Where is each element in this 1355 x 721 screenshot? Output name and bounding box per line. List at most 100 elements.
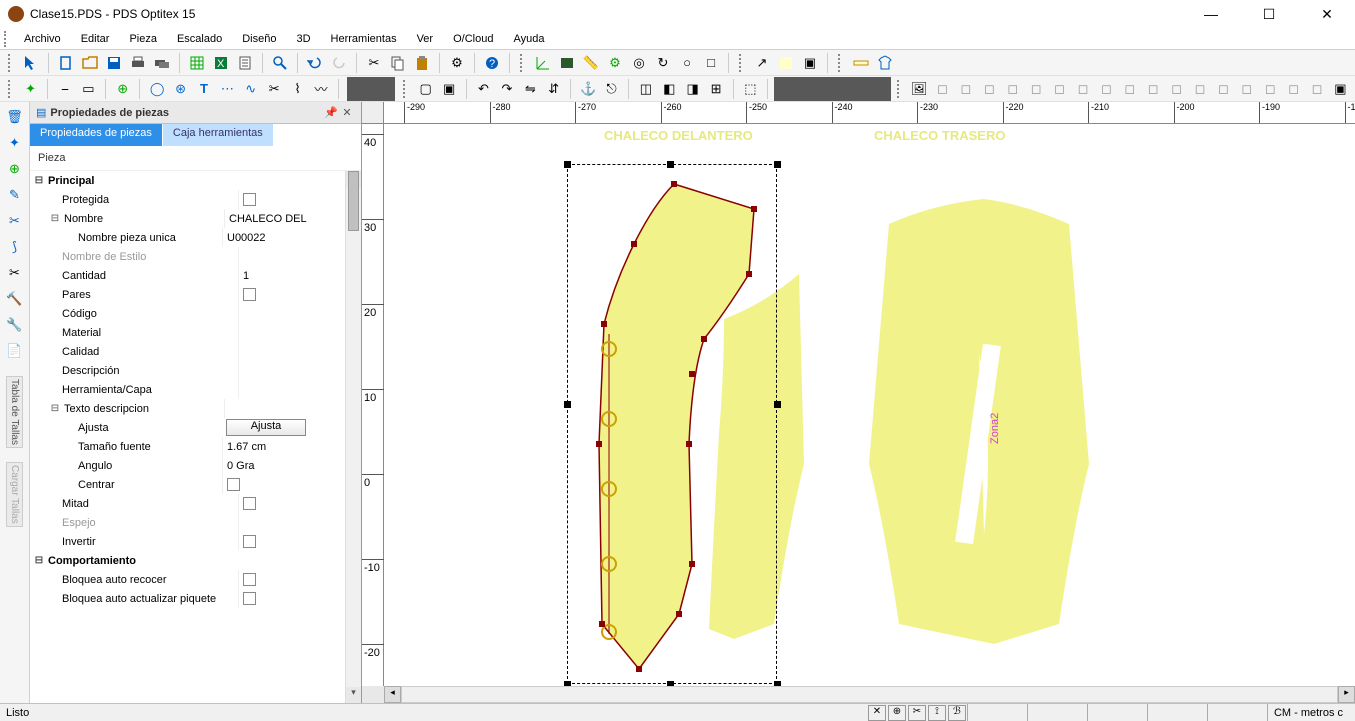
- rotate-icon[interactable]: ↻: [652, 52, 674, 74]
- anchor-icon[interactable]: ⚓: [577, 78, 598, 100]
- new-icon[interactable]: [55, 52, 77, 74]
- g13-icon[interactable]: ◻: [1213, 78, 1234, 100]
- puzzle2-icon[interactable]: ◧: [659, 78, 680, 100]
- checkbox-bloq-piquete[interactable]: [243, 592, 256, 605]
- g9-icon[interactable]: ◻: [1119, 78, 1140, 100]
- value-cantidad[interactable]: 1: [238, 266, 361, 285]
- g5-icon[interactable]: ◻: [1025, 78, 1046, 100]
- excel-icon[interactable]: X: [210, 52, 232, 74]
- drawing-canvas[interactable]: CHALECO DELANTERO CHALECO TRASERO Zona2: [384, 124, 1355, 686]
- redo-icon[interactable]: [328, 52, 350, 74]
- selection-handle[interactable]: [774, 161, 781, 168]
- menu-escalado[interactable]: Escalado: [167, 31, 232, 47]
- g7-icon[interactable]: ◻: [1072, 78, 1093, 100]
- shirt-icon[interactable]: [874, 52, 896, 74]
- value-herr-capa[interactable]: [238, 380, 361, 399]
- menu-ayuda[interactable]: Ayuda: [503, 31, 554, 47]
- wrench-icon[interactable]: 🔧: [4, 314, 26, 336]
- canvas-hscroll[interactable]: ◂▸: [362, 686, 1355, 703]
- wave-icon[interactable]: ∿: [240, 78, 261, 100]
- status-icon-4[interactable]: ⟟: [928, 705, 946, 721]
- pen-icon[interactable]: ✎: [4, 184, 26, 206]
- menu-editar[interactable]: Editar: [71, 31, 120, 47]
- puzzle4-icon[interactable]: ⊞: [705, 78, 726, 100]
- g14-icon[interactable]: ◻: [1236, 78, 1257, 100]
- angle-icon[interactable]: [532, 52, 554, 74]
- menu-3d[interactable]: 3D: [286, 31, 320, 47]
- g16-icon[interactable]: ◻: [1283, 78, 1304, 100]
- target-icon[interactable]: ◎: [628, 52, 650, 74]
- node-blue-icon[interactable]: ✦: [4, 132, 26, 154]
- circle-icon[interactable]: ○: [676, 52, 698, 74]
- minimize-button[interactable]: —: [1191, 6, 1231, 23]
- grid-icon[interactable]: [186, 52, 208, 74]
- value-descripcion[interactable]: [238, 361, 361, 380]
- menu-ver[interactable]: Ver: [407, 31, 444, 47]
- flip-h-icon[interactable]: ⇋: [520, 78, 541, 100]
- copy-icon[interactable]: [387, 52, 409, 74]
- print-icon[interactable]: [127, 52, 149, 74]
- collapse-icon[interactable]: ⊟: [32, 175, 46, 186]
- checkbox-invertir[interactable]: [243, 535, 256, 548]
- help-icon[interactable]: ?: [481, 52, 503, 74]
- collapse-icon[interactable]: ⊟: [32, 555, 46, 566]
- selection-handle[interactable]: [564, 161, 571, 168]
- rot-ccw-icon[interactable]: ↶: [473, 78, 494, 100]
- pointer-icon[interactable]: [20, 52, 42, 74]
- line-icon[interactable]: ⎯: [54, 78, 75, 100]
- g1-icon[interactable]: ◻: [932, 78, 953, 100]
- menu-herramientas[interactable]: Herramientas: [321, 31, 407, 47]
- menu-archivo[interactable]: Archivo: [14, 31, 71, 47]
- status-icon-5[interactable]: ℬ: [948, 705, 966, 721]
- status-icon-2[interactable]: ⊕: [888, 705, 906, 721]
- checkbox-mitad[interactable]: [243, 497, 256, 510]
- zoom-icon[interactable]: [269, 52, 291, 74]
- piece2-icon[interactable]: ▣: [799, 52, 821, 74]
- pin-icon[interactable]: 📌: [323, 106, 339, 119]
- doc-icon[interactable]: 📄: [4, 340, 26, 362]
- scissor2-icon[interactable]: ✂: [263, 78, 284, 100]
- scissor-blue-icon[interactable]: ✂: [4, 210, 26, 232]
- value-codigo[interactable]: [238, 304, 361, 323]
- g17-icon[interactable]: ◻: [1306, 78, 1327, 100]
- menu-pieza[interactable]: Pieza: [119, 31, 167, 47]
- status-icon-1[interactable]: ✕: [868, 705, 886, 721]
- g15-icon[interactable]: ◻: [1260, 78, 1281, 100]
- piece-icon[interactable]: [775, 52, 797, 74]
- cut-icon[interactable]: ✂: [363, 52, 385, 74]
- puzzle3-icon[interactable]: ◨: [682, 78, 703, 100]
- ajusta-button[interactable]: Ajusta: [226, 419, 306, 436]
- rect-in-icon[interactable]: ▣: [438, 78, 459, 100]
- paste-icon[interactable]: [411, 52, 433, 74]
- flip-v-icon[interactable]: ⇵: [543, 78, 564, 100]
- maximize-button[interactable]: ☐: [1249, 6, 1289, 23]
- checkbox-protegida[interactable]: [243, 193, 256, 206]
- square-icon[interactable]: □: [700, 52, 722, 74]
- g8-icon[interactable]: ◻: [1096, 78, 1117, 100]
- g18-icon[interactable]: ▣: [1330, 78, 1351, 100]
- rect-out-icon[interactable]: ▢: [415, 78, 436, 100]
- checkbox-bloq-recocer[interactable]: [243, 573, 256, 586]
- value-nombre[interactable]: CHALECO DEL: [224, 209, 361, 228]
- g2-icon[interactable]: ◻: [955, 78, 976, 100]
- add-node-icon[interactable]: ⊕: [4, 158, 26, 180]
- break-icon[interactable]: ⎋: [601, 78, 622, 100]
- tool1-icon[interactable]: ⚙: [446, 52, 468, 74]
- ruler-icon[interactable]: [850, 52, 872, 74]
- menu-ocloud[interactable]: O/Cloud: [443, 31, 503, 47]
- circ2-icon[interactable]: ⊛: [170, 78, 191, 100]
- gear-green-icon[interactable]: ⚙: [604, 52, 626, 74]
- trash-icon[interactable]: 🗑: [4, 106, 26, 128]
- rect-move-icon[interactable]: ▭: [78, 78, 99, 100]
- sel-rect-icon[interactable]: ⬚: [740, 78, 761, 100]
- spring-icon[interactable]: ⌇: [287, 78, 308, 100]
- circ1-icon[interactable]: ◯: [146, 78, 167, 100]
- scissor3-icon[interactable]: ✂: [4, 262, 26, 284]
- properties-scrollbar[interactable]: ▴▾: [345, 171, 361, 703]
- g10-icon[interactable]: ◻: [1142, 78, 1163, 100]
- save-icon[interactable]: [103, 52, 125, 74]
- collapse-icon[interactable]: ⊟: [48, 213, 62, 224]
- open-icon[interactable]: [79, 52, 101, 74]
- g12-icon[interactable]: ◻: [1189, 78, 1210, 100]
- arrow-tool-icon[interactable]: ↗: [751, 52, 773, 74]
